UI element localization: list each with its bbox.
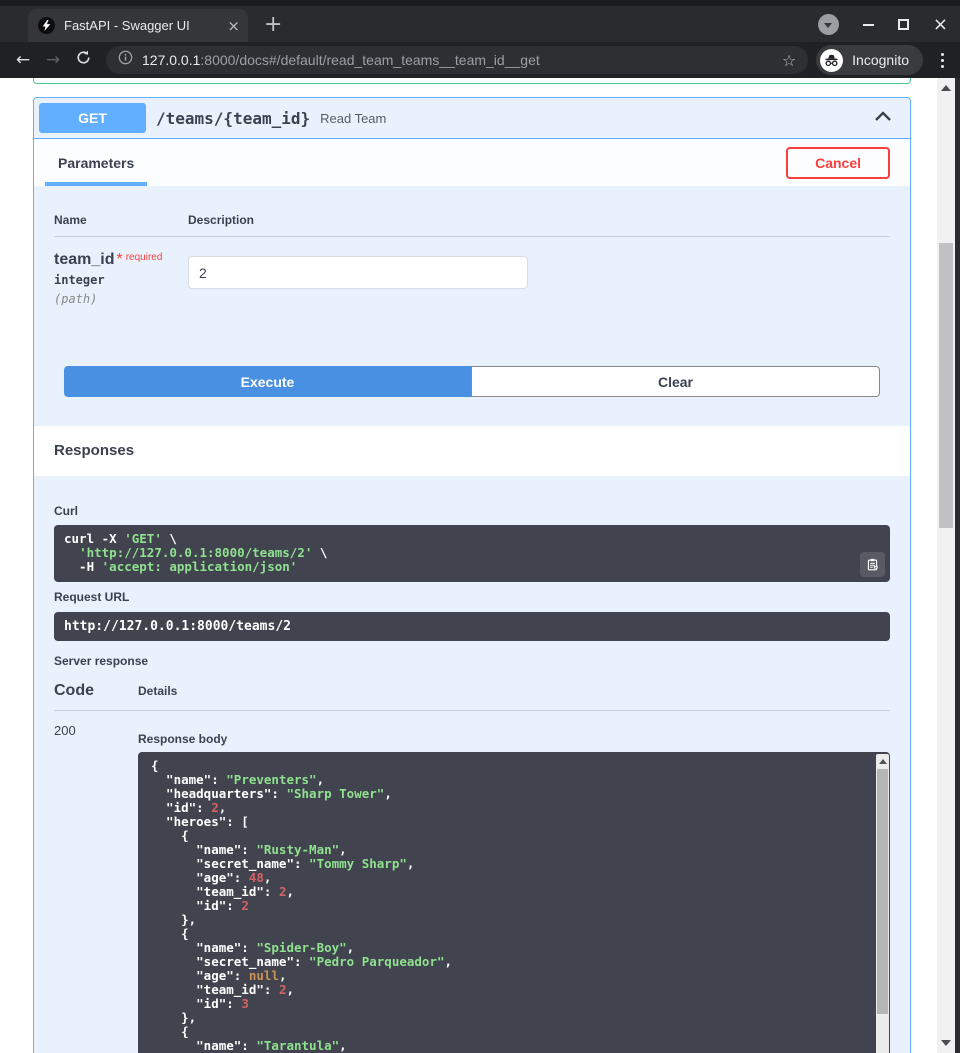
collapse-chevron-icon[interactable] xyxy=(874,109,892,127)
execute-button[interactable]: Execute xyxy=(64,366,471,397)
fastapi-favicon-icon xyxy=(38,17,55,34)
minimize-icon xyxy=(863,24,874,26)
parameter-type: integer xyxy=(54,273,188,287)
team-id-input[interactable] xyxy=(188,256,528,289)
parameter-name: team_id xyxy=(54,251,114,268)
chevron-down-icon xyxy=(824,23,832,28)
response-details-cell: Response body { "name": "Preventers", "h… xyxy=(138,723,890,1053)
code-column-header: Code xyxy=(54,682,138,700)
curl-command: curl -X 'GET' \ 'http://127.0.0.1:8000/t… xyxy=(64,532,880,574)
status-code: 200 xyxy=(54,723,138,1053)
response-body-json: { "name": "Preventers", "headquarters": … xyxy=(151,759,877,1053)
tab-parameters[interactable]: Parameters xyxy=(54,139,138,186)
get-opblock: GET /teams/{team_id} Read Team Parameter… xyxy=(33,97,911,1053)
request-url-box: http://127.0.0.1:8000/teams/2 xyxy=(54,612,890,641)
window-edge xyxy=(955,78,960,1053)
response-body-box: { "name": "Preventers", "headquarters": … xyxy=(138,752,890,1053)
responses-title: Responses xyxy=(54,442,134,459)
url-text: 127.0.0.1:8000/docs#/default/read_team_t… xyxy=(142,52,774,68)
curl-label: Curl xyxy=(54,504,890,518)
page-scrollbar-thumb[interactable] xyxy=(939,243,953,528)
browser-tab[interactable]: FastAPI - Swagger UI × xyxy=(28,9,248,42)
incognito-icon xyxy=(820,49,843,72)
copy-to-clipboard-button[interactable] xyxy=(860,552,885,577)
scroll-down-arrow-icon[interactable] xyxy=(941,1040,951,1046)
url-path: :8000/docs#/default/read_team_teams__tea… xyxy=(200,52,539,68)
page-info-icon[interactable] xyxy=(118,50,133,70)
clear-button[interactable]: Clear xyxy=(471,366,880,397)
tab-strip: FastAPI - Swagger UI × + × xyxy=(0,0,960,42)
parameter-value-cell xyxy=(188,251,890,306)
minimize-button[interactable] xyxy=(863,24,874,26)
details-column-header: Details xyxy=(138,684,177,698)
server-response-label: Server response xyxy=(54,654,890,668)
reload-button[interactable] xyxy=(68,50,98,70)
back-button[interactable]: ← xyxy=(8,50,38,70)
incognito-label: Incognito xyxy=(852,52,909,68)
maximize-button[interactable] xyxy=(898,19,909,30)
parameters-table-header: Name Description xyxy=(54,213,890,237)
response-body-label: Response body xyxy=(138,732,890,746)
execute-row: Execute Clear xyxy=(34,366,910,397)
endpoint-summary: Read Team xyxy=(320,111,874,126)
forward-button[interactable]: → xyxy=(38,50,68,70)
swagger-page: GET /teams/{team_id} Read Team Parameter… xyxy=(0,78,937,1053)
scroll-up-arrow-icon[interactable] xyxy=(941,85,951,91)
parameter-row: team_id* required integer (path) xyxy=(54,237,890,306)
parameter-name-cell: team_id* required integer (path) xyxy=(54,251,188,306)
browser-chrome: FastAPI - Swagger UI × + × ← → 127.0.0.1… xyxy=(0,0,960,78)
curl-command-box: curl -X 'GET' \ 'http://127.0.0.1:8000/t… xyxy=(54,525,890,582)
response-body-scrollbar[interactable] xyxy=(876,754,889,1053)
previous-opblock-bottom xyxy=(33,78,911,84)
responses-section: Curl curl -X 'GET' \ 'http://127.0.0.1:8… xyxy=(34,476,910,1053)
cancel-button[interactable]: Cancel xyxy=(786,147,890,179)
description-column-header: Description xyxy=(188,213,890,227)
maximize-icon xyxy=(898,19,909,30)
tab-close-icon[interactable]: × xyxy=(227,17,240,35)
parameter-location: (path) xyxy=(54,292,188,306)
response-table-header: Code Details xyxy=(54,682,890,711)
browser-menu-button[interactable] xyxy=(941,53,944,68)
scrollbar-thumb[interactable] xyxy=(877,769,888,1014)
scroll-up-arrow-icon[interactable] xyxy=(879,759,887,764)
address-bar[interactable]: 127.0.0.1:8000/docs#/default/read_team_t… xyxy=(106,46,808,74)
close-window-button[interactable]: × xyxy=(933,16,948,34)
request-url: http://127.0.0.1:8000/teams/2 xyxy=(64,619,291,634)
url-host: 127.0.0.1 xyxy=(142,52,200,68)
bookmark-star-icon[interactable]: ☆ xyxy=(782,51,796,70)
window-menu-button[interactable] xyxy=(818,14,839,35)
required-label: required xyxy=(126,252,163,263)
endpoint-path: /teams/{team_id} xyxy=(156,109,310,128)
request-url-label: Request URL xyxy=(54,590,890,604)
tab-title: FastAPI - Swagger UI xyxy=(64,18,221,33)
response-row: 200 Response body { "name": "Preventers"… xyxy=(54,711,890,1053)
browser-toolbar: ← → 127.0.0.1:8000/docs#/default/read_te… xyxy=(0,42,960,78)
name-column-header: Name xyxy=(54,213,188,227)
parameters-table: Name Description team_id* required intege… xyxy=(34,186,910,306)
responses-section-header: Responses xyxy=(34,426,910,476)
required-star: * xyxy=(116,251,122,268)
opblock-summary[interactable]: GET /teams/{team_id} Read Team xyxy=(34,98,910,139)
new-tab-button[interactable]: + xyxy=(264,14,282,36)
parameters-header: Parameters Cancel xyxy=(34,139,910,186)
method-badge: GET xyxy=(39,103,146,133)
page-scrollbar[interactable] xyxy=(937,78,955,1053)
incognito-badge: Incognito xyxy=(816,45,923,75)
window-controls: × xyxy=(818,14,948,35)
